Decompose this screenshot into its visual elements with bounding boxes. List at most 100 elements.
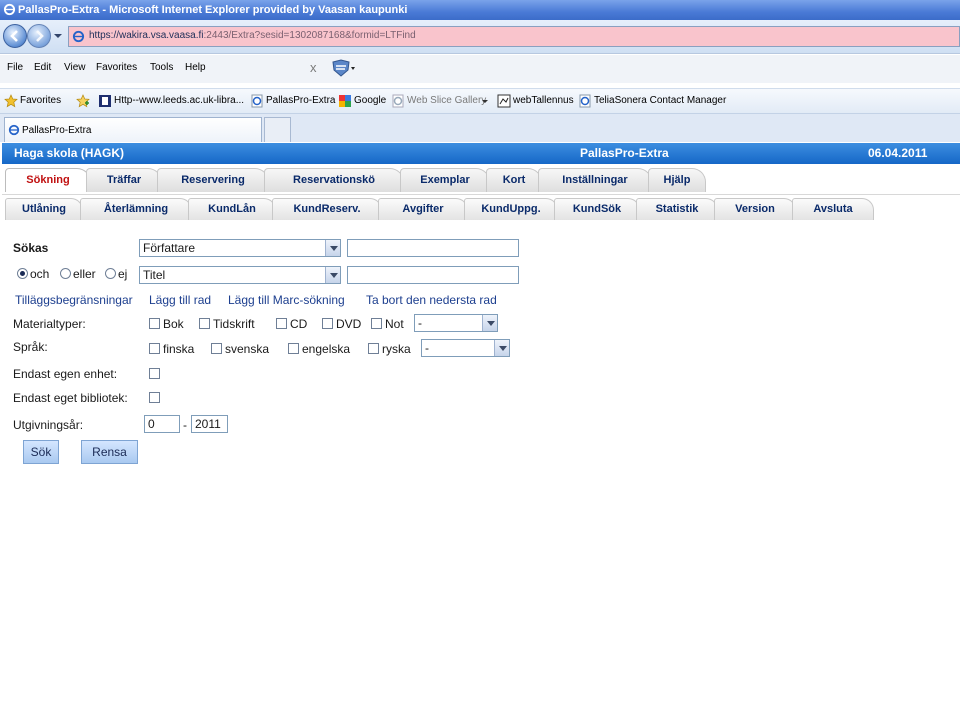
webtallennus-icon	[497, 94, 511, 108]
chevron-down-icon	[494, 340, 509, 356]
tab-installningar[interactable]: Inställningar	[538, 168, 652, 192]
favorites-bar: Favorites Http--www.leeds.ac.uk-libra...…	[0, 88, 960, 114]
checkbox-own-library[interactable]	[149, 392, 160, 403]
subtab-kundsok[interactable]: KundSök	[554, 198, 640, 220]
toolbar-addon-icon[interactable]	[330, 58, 356, 78]
radio-ej[interactable]	[105, 268, 116, 279]
checkbox-not-label: Not	[385, 317, 404, 331]
chevron-down-icon	[325, 240, 340, 256]
address-url: https://wakira.vsa.vaasa.fi:2443/Extra?s…	[89, 30, 416, 41]
forward-button[interactable]	[27, 24, 51, 48]
checkbox-engelska[interactable]	[288, 343, 299, 354]
history-dropdown-icon[interactable]	[53, 32, 63, 40]
address-bar[interactable]: https://wakira.vsa.vaasa.fi:2443/Extra?s…	[68, 26, 960, 47]
menu-bar: File Edit View Favorites Tools Help x	[0, 55, 960, 83]
year-from-input[interactable]: 0	[144, 415, 180, 433]
checkbox-dvd[interactable]	[322, 318, 333, 329]
tab-hjalp[interactable]: Hjälp	[648, 168, 706, 192]
subtab-version[interactable]: Version	[714, 198, 796, 220]
menu-tools[interactable]: Tools	[150, 62, 173, 73]
ie-page-icon	[251, 94, 263, 108]
subtab-avsluta[interactable]: Avsluta	[792, 198, 874, 220]
menu-help[interactable]: Help	[185, 62, 206, 73]
own-library-label: Endast eget bibliotek:	[13, 391, 128, 405]
menu-edit[interactable]: Edit	[34, 62, 51, 73]
subtab-avgifter[interactable]: Avgifter	[378, 198, 468, 220]
language-select[interactable]: -	[421, 339, 510, 357]
back-button[interactable]	[3, 24, 27, 48]
checkbox-ryska[interactable]	[368, 343, 379, 354]
add-favorite-icon[interactable]	[76, 94, 90, 108]
chevron-down-icon	[325, 267, 340, 283]
checkbox-cd[interactable]	[276, 318, 287, 329]
favorite-teliasonera[interactable]: TeliaSonera Contact Manager	[594, 95, 726, 106]
web-slice-dropdown-icon[interactable]	[481, 94, 489, 108]
page-icon	[72, 30, 85, 43]
tab-kort[interactable]: Kort	[486, 168, 542, 192]
radio-och[interactable]	[17, 268, 28, 279]
new-tab-button[interactable]	[264, 117, 291, 142]
field2-select-value: Titel	[143, 268, 166, 282]
favorite-leeds[interactable]: Http--www.leeds.ac.uk-libra...	[114, 95, 244, 106]
browser-tab-pallaspro[interactable]: PallasPro-Extra	[4, 117, 262, 142]
subtab-aterlamning[interactable]: Återlämning	[80, 198, 192, 220]
search-form: Sökas Författare och eller ej Titel Till…	[2, 220, 960, 562]
search-button[interactable]: Sök	[23, 440, 59, 464]
menu-view[interactable]: View	[64, 62, 86, 73]
favorite-web-slice-gallery[interactable]: Web Slice Gallery	[407, 95, 486, 106]
checkbox-not[interactable]	[371, 318, 382, 329]
app-name: PallasPro-Extra	[580, 146, 669, 160]
link-add-marc-search[interactable]: Lägg till Marc-sökning	[228, 293, 345, 307]
checkbox-bok[interactable]	[149, 318, 160, 329]
favorite-webtallennus[interactable]: webTallennus	[513, 95, 574, 106]
url-host: https://wakira.vsa.vaasa.fi	[89, 30, 204, 41]
clear-button[interactable]: Rensa	[81, 440, 138, 464]
tab-exemplar[interactable]: Exemplar	[400, 168, 490, 192]
checkbox-svenska[interactable]	[211, 343, 222, 354]
favorite-pallaspro[interactable]: PallasPro-Extra	[266, 95, 335, 106]
menu-file[interactable]: File	[7, 62, 23, 73]
field2-select[interactable]: Titel	[139, 266, 341, 284]
tab-reservationsko[interactable]: Reservationskö	[264, 168, 404, 192]
field2-input[interactable]	[347, 266, 519, 284]
material-select[interactable]: -	[414, 314, 498, 332]
subtab-kundreserv[interactable]: KundReserv.	[272, 198, 382, 220]
field1-select[interactable]: Författare	[139, 239, 341, 257]
sub-tab-bar: Utlåning Återlämning KundLån KundReserv.…	[2, 194, 960, 220]
own-unit-label: Endast egen enhet:	[13, 367, 118, 381]
menu-favorites[interactable]: Favorites	[96, 62, 137, 73]
year-to-input[interactable]: 2011	[191, 415, 228, 433]
subtab-kundlan[interactable]: KundLån	[188, 198, 276, 220]
main-tab-bar: Sökning Träffar Reservering Reservations…	[2, 164, 960, 194]
url-path: :2443/Extra?sesid=1302087168&formid=LTFi…	[203, 30, 416, 41]
subtab-kunduppg[interactable]: KundUppg.	[464, 198, 558, 220]
link-tillaggsbegransningar[interactable]: Tilläggsbegränsningar	[15, 293, 133, 307]
favorite-google[interactable]: Google	[354, 95, 386, 106]
material-select-value: -	[418, 316, 422, 330]
link-add-row[interactable]: Lägg till rad	[149, 293, 211, 307]
tab-reservering[interactable]: Reservering	[157, 168, 269, 192]
year-label: Utgivningsår:	[13, 418, 84, 432]
tab-traffar[interactable]: Träffar	[86, 168, 162, 192]
tab-sokning[interactable]: Sökning	[5, 168, 91, 192]
subtab-utlaning[interactable]: Utlåning	[5, 198, 83, 220]
checkbox-own-unit[interactable]	[149, 368, 160, 379]
close-toolbar-icon[interactable]: x	[310, 60, 317, 75]
chevron-down-icon	[482, 315, 497, 331]
leeds-page-icon	[99, 95, 111, 107]
radio-eller-label: eller	[73, 267, 96, 281]
language-select-value: -	[425, 341, 429, 355]
field1-input[interactable]	[347, 239, 519, 257]
checkbox-finska[interactable]	[149, 343, 160, 354]
favorites-button[interactable]: Favorites	[20, 95, 61, 106]
address-toolbar: https://wakira.vsa.vaasa.fi:2443/Extra?s…	[0, 20, 960, 54]
checkbox-ryska-label: ryska	[382, 342, 411, 356]
checkbox-tidskrift[interactable]	[199, 318, 210, 329]
radio-eller[interactable]	[60, 268, 71, 279]
link-remove-last-row[interactable]: Ta bort den nedersta rad	[366, 293, 497, 307]
header-date: 06.04.2011	[868, 146, 928, 160]
browser-tab-label: PallasPro-Extra	[22, 125, 92, 136]
back-arrow-icon	[10, 30, 18, 42]
checkbox-finska-label: finska	[163, 342, 195, 356]
subtab-statistik[interactable]: Statistik	[636, 198, 718, 220]
